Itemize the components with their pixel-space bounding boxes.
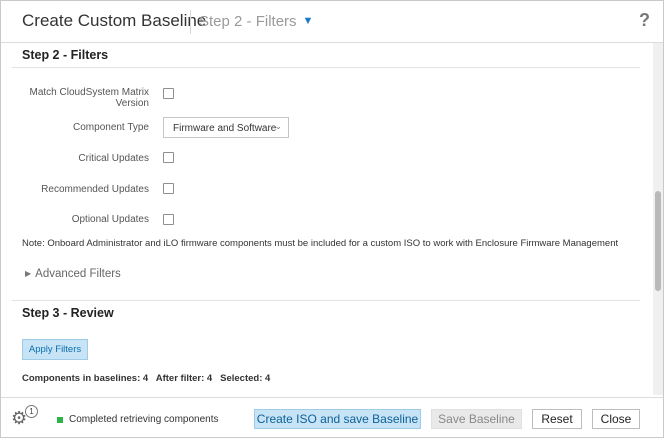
component-counts: Components in baselines: 4 After filter:… xyxy=(22,373,271,384)
advanced-filters-label: Advanced Filters xyxy=(35,268,121,280)
match-cloudsystem-checkbox[interactable] xyxy=(163,88,174,99)
optional-updates-label: Optional Updates xyxy=(71,214,149,225)
recommended-updates-label: Recommended Updates xyxy=(41,184,149,195)
create-iso-button[interactable]: Create ISO and save Baseline xyxy=(254,409,421,429)
apply-filters-button[interactable]: Apply Filters xyxy=(22,339,88,360)
scrollbar-thumb[interactable] xyxy=(655,191,661,291)
chevron-down-icon: ⌄ xyxy=(274,121,282,131)
component-type-select[interactable]: Firmware and Software ⌄ xyxy=(163,117,289,138)
step2-title: Step 2 - Filters xyxy=(22,48,109,62)
recommended-updates-checkbox[interactable] xyxy=(163,183,174,194)
critical-updates-checkbox[interactable] xyxy=(163,152,174,163)
triangle-right-icon: ▶ xyxy=(25,269,32,278)
header-divider xyxy=(190,10,191,34)
content-scrollbar[interactable] xyxy=(653,43,663,395)
firmware-note: Note: Onboard Administrator and iLO firm… xyxy=(22,238,619,249)
component-type-value: Firmware and Software xyxy=(173,123,277,134)
match-cloudsystem-label: Match CloudSystem Matrix Version xyxy=(1,87,149,109)
reset-button[interactable]: Reset xyxy=(532,409,582,429)
dialog: Create Custom Baseline Step 2 - Filters ▼… xyxy=(0,0,664,438)
step-selector[interactable]: Step 2 - Filters ▼ xyxy=(199,13,313,30)
critical-updates-label: Critical Updates xyxy=(78,153,149,164)
dialog-title: Create Custom Baseline xyxy=(22,11,207,30)
dialog-content: Step 2 - Filters Match CloudSystem Matri… xyxy=(1,43,653,395)
chevron-down-icon: ▼ xyxy=(302,15,314,27)
component-type-label: Component Type xyxy=(73,122,149,133)
section-divider xyxy=(12,300,640,301)
step3-title: Step 3 - Review xyxy=(22,306,114,320)
advanced-filters-toggle[interactable]: ▶ Advanced Filters xyxy=(25,268,121,280)
match-cloudsystem-label-line1: Match CloudSystem Matrix xyxy=(29,87,149,98)
step-selector-label: Step 2 - Filters xyxy=(199,13,297,30)
dialog-header: Create Custom Baseline Step 2 - Filters ▼… xyxy=(1,1,663,43)
close-button[interactable]: Close xyxy=(592,409,640,429)
optional-updates-checkbox[interactable] xyxy=(163,214,174,225)
help-icon[interactable]: ? xyxy=(639,10,650,31)
notification-count-badge: 1 xyxy=(25,405,38,418)
dialog-footer: ⚙ 1 Completed retrieving components Crea… xyxy=(1,397,663,437)
status-message: Completed retrieving components xyxy=(69,414,219,425)
save-baseline-button: Save Baseline xyxy=(431,409,522,429)
match-cloudsystem-label-line2: Version xyxy=(115,98,149,109)
section-divider xyxy=(12,67,640,68)
status-ok-icon xyxy=(57,417,63,423)
